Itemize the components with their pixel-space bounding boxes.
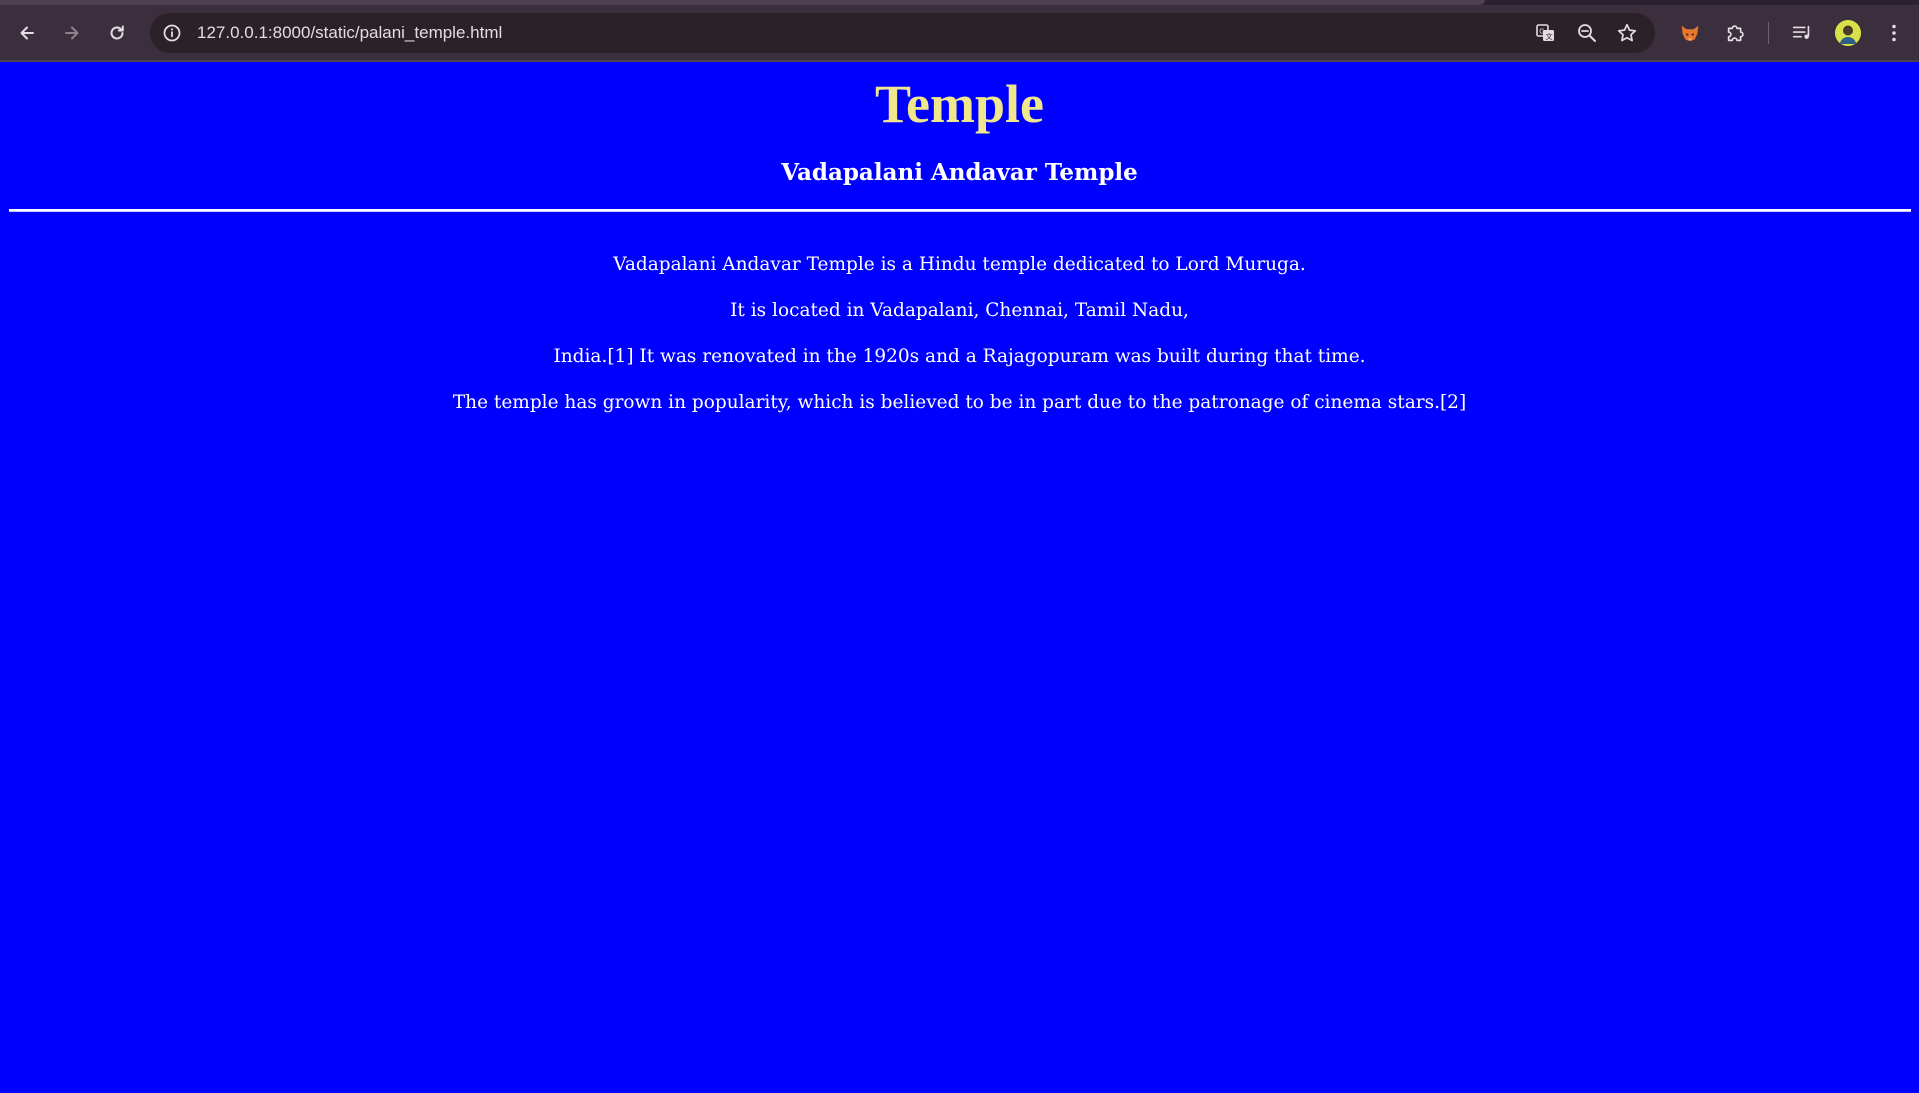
paragraph-3: India.[1] It was renovated in the 1920s … bbox=[553, 346, 1366, 367]
page-content: Temple Vadapalani Andavar Temple Vadapal… bbox=[0, 62, 1919, 1093]
svg-text:G: G bbox=[1539, 28, 1544, 36]
forward-arrow-icon bbox=[65, 26, 79, 40]
star-icon[interactable] bbox=[1616, 22, 1638, 44]
media-control-icon[interactable] bbox=[1789, 20, 1815, 46]
puzzle-icon[interactable] bbox=[1723, 20, 1749, 46]
browser-toolbar: 127.0.0.1:8000/static/palani_temple.html… bbox=[0, 0, 1919, 62]
paragraph-1: Vadapalani Andavar Temple is a Hindu tem… bbox=[613, 254, 1306, 275]
paragraph-4: The temple has grown in popularity, whic… bbox=[452, 392, 1467, 413]
url-text[interactable]: 127.0.0.1:8000/static/palani_temple.html bbox=[197, 13, 502, 53]
back-button[interactable] bbox=[10, 16, 44, 50]
address-bar[interactable]: 127.0.0.1:8000/static/palani_temple.html… bbox=[150, 13, 1655, 53]
horizontal-rule bbox=[9, 209, 1911, 211]
fox-extension-icon[interactable] bbox=[1677, 20, 1703, 46]
zoom-out-icon[interactable] bbox=[1576, 22, 1598, 44]
toolbar-divider bbox=[1768, 22, 1769, 44]
page-title: Temple bbox=[874, 74, 1044, 134]
forward-button[interactable] bbox=[55, 16, 89, 50]
active-tab-edge bbox=[0, 0, 1485, 5]
svg-text:文: 文 bbox=[1546, 32, 1553, 41]
avatar[interactable] bbox=[1835, 20, 1861, 46]
page-subtitle: Vadapalani Andavar Temple bbox=[781, 159, 1138, 186]
paragraph-2: It is located in Vadapalani, Chennai, Ta… bbox=[730, 300, 1189, 321]
back-arrow-icon bbox=[20, 26, 34, 40]
translate-icon[interactable]: G 文 bbox=[1535, 22, 1557, 44]
reload-icon bbox=[110, 25, 124, 40]
kebab-menu-icon[interactable] bbox=[1881, 20, 1907, 46]
reload-button[interactable] bbox=[100, 16, 134, 50]
info-icon[interactable] bbox=[162, 23, 182, 43]
